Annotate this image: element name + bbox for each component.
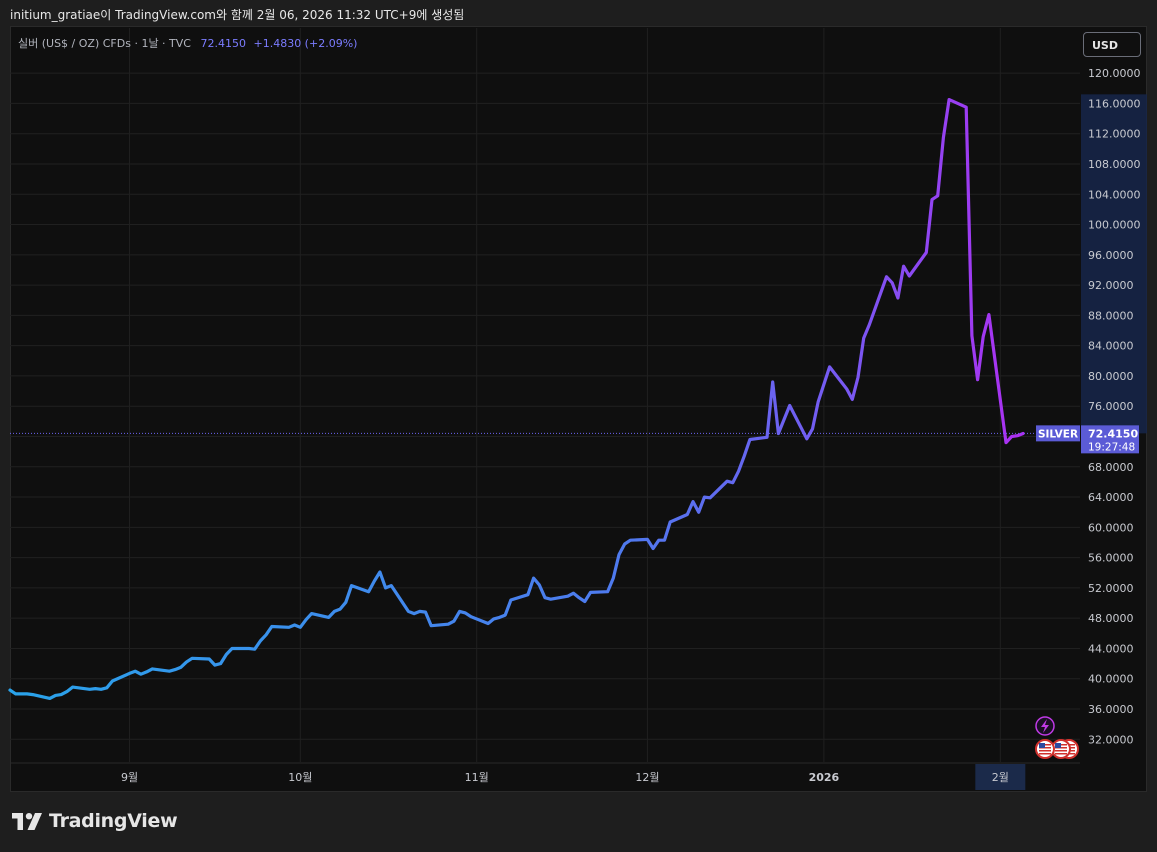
y-tick-label: 120.0000 [1088,67,1141,80]
tradingview-logo[interactable]: TradingView [12,810,178,832]
us-flag-circle [1035,739,1055,759]
y-tick-label: 104.0000 [1088,188,1141,201]
y-tick-label: 32.0000 [1088,733,1134,746]
y-tick-label: 100.0000 [1088,219,1141,232]
us-flag-stripe [1055,750,1067,752]
x-tick-label: 10월 [288,771,312,784]
y-tick-label: 80.0000 [1088,370,1134,383]
price-line [8,98,1025,700]
last-price-marks: SILVER 72.415019:27:48 [10,425,1139,454]
y-tick-label: 68.0000 [1088,461,1134,474]
tradingview-logo-icon [12,812,42,830]
x-axis: 9월 10월 11월 12월 2026 2월 [10,762,1080,790]
symbol-legend[interactable]: 실버 (US$ / OZ) CFDs · 1날 · TVC 72.4150 +1… [18,35,357,51]
us-flag-canton [1055,743,1061,748]
last-price-label: 72.4150 [1088,427,1138,440]
y-tick-label: 48.0000 [1088,612,1134,625]
y-tick-label: 40.0000 [1088,673,1134,686]
brand-text: TradingView [49,810,178,832]
series-name-label: SILVER [1038,428,1078,440]
y-tick-label: 108.0000 [1088,158,1141,171]
countdown-label: 19:27:48 [1088,441,1135,453]
us-flag-canton [1039,743,1045,748]
us-flag-stripe [1039,753,1051,755]
x-tick-label: 2026 [809,771,840,784]
y-tick-label: 64.0000 [1088,491,1134,504]
legend-price: 72.4150 [200,37,246,50]
x-tick-label: 9월 [121,771,138,784]
price-series [8,98,1025,700]
currency-button[interactable]: USD [1083,32,1141,57]
y-tick-label: 60.0000 [1088,521,1134,534]
grid [10,28,1080,762]
y-tick-label: 76.0000 [1088,400,1134,413]
legend-change: +1.4830 (+2.09%) [253,37,358,50]
us-flag-icon [1035,739,1055,759]
us-flag-stripe [1055,753,1067,755]
x-tick-label: 11월 [465,771,489,784]
y-tick-label: 44.0000 [1088,642,1134,655]
y-axis: 32.0000 36.0000 40.0000 44.0000 48.0000 52.00… [1081,67,1147,746]
symbol-text: 실버 (US$ / OZ) CFDs · 1날 · TVC [18,37,191,50]
y-tick-label: 52.0000 [1088,582,1134,595]
y-tick-label: 96.0000 [1088,249,1134,262]
y-tick-label: 92.0000 [1088,279,1134,292]
x-tick-label: 12월 [635,771,659,784]
us-flag-stripe [1039,750,1051,752]
price-chart[interactable]: 9월 10월 11월 12월 2026 2월 32.0000 36.0000 40.0000 4… [0,0,1157,852]
y-tick-label: 116.0000 [1088,97,1141,110]
y-tick-label: 84.0000 [1088,340,1134,353]
y-tick-label: 88.0000 [1088,309,1134,322]
y-tick-label: 112.0000 [1088,128,1141,141]
event-markers[interactable] [1035,716,1079,759]
y-tick-label: 36.0000 [1088,703,1134,716]
y-tick-label: 56.0000 [1088,552,1134,565]
x-tick-label: 2월 [992,771,1009,784]
